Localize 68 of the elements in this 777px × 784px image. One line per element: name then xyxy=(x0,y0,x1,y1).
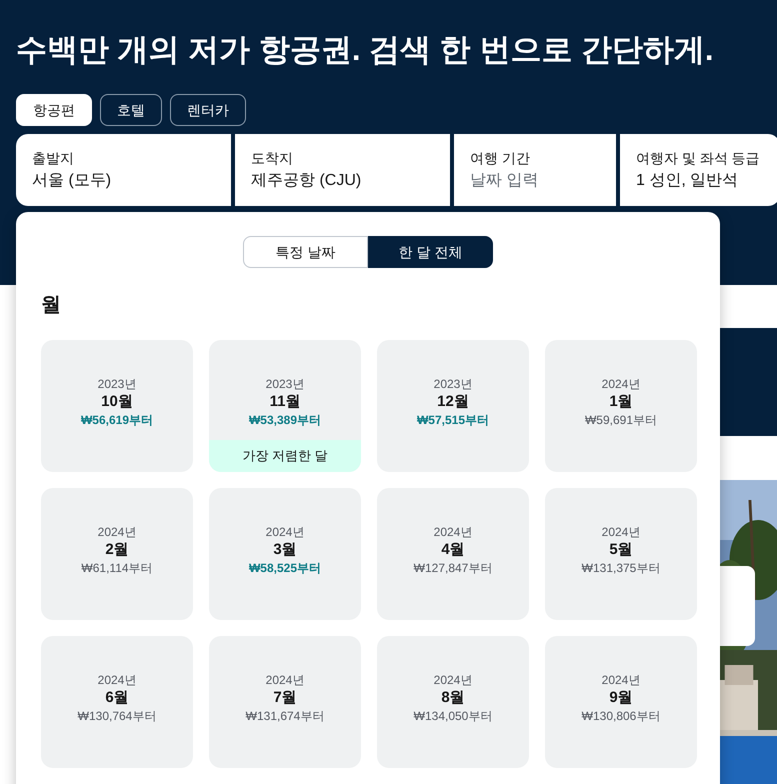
tab[interactable]: 항공편 xyxy=(16,94,92,126)
tab[interactable]: 렌터카 xyxy=(170,94,246,126)
field-placeholder: 날짜 입력 xyxy=(470,171,540,191)
search-field[interactable]: 여행 기간 날짜 입력 xyxy=(454,134,616,206)
year-label: 2024년 xyxy=(266,672,304,688)
month-card[interactable]: 2024년 1월 ₩59,691부터 xyxy=(545,340,697,472)
month-card[interactable]: 2024년 2월 ₩61,114부터 xyxy=(41,488,193,620)
mode-toggle[interactable]: 특정 날짜 xyxy=(243,236,368,268)
field-label: 여행 기간 xyxy=(470,149,531,168)
month-label: 11월 xyxy=(270,392,300,412)
page-heading: 수백만 개의 저가 항공권. 검색 한 번으로 간단하게. xyxy=(16,31,715,69)
price-label: ₩61,114부터 xyxy=(81,560,153,576)
field-label: 도착지 xyxy=(251,149,294,168)
price-label: ₩134,050부터 xyxy=(414,708,492,724)
month-card[interactable]: 2024년 4월 ₩127,847부터 xyxy=(377,488,529,620)
price-label: ₩131,375부터 xyxy=(582,560,660,576)
year-label: 2024년 xyxy=(98,672,136,688)
search-field[interactable]: 도착지 제주공항 (CJU) xyxy=(235,134,450,206)
price-label: ₩59,691부터 xyxy=(584,412,658,428)
year-label: 2023년 xyxy=(434,376,472,392)
mode-toggle[interactable]: 한 달 전체 xyxy=(368,236,493,268)
price-label: ₩130,806부터 xyxy=(582,708,660,724)
month-card[interactable]: 2024년 5월 ₩131,375부터 xyxy=(545,488,697,620)
year-label: 2024년 xyxy=(266,524,304,540)
price-label: ₩56,619부터 xyxy=(80,412,154,428)
month-card[interactable]: 2023년 12월 ₩57,515부터 xyxy=(377,340,529,472)
month-label: 12월 xyxy=(437,392,469,412)
search-field[interactable]: 출발지 서울 (모두) xyxy=(16,134,231,206)
month-label: 5월 xyxy=(609,540,633,560)
field-value: 1 성인, 일반석 xyxy=(636,171,740,191)
month-label: 9월 xyxy=(609,688,633,708)
month-card[interactable]: 2024년 8월 ₩134,050부터 xyxy=(377,636,529,768)
section-heading: 월 xyxy=(41,293,61,318)
search-field[interactable]: 여행자 및 좌석 등급 1 성인, 일반석 xyxy=(620,134,777,206)
month-card[interactable]: 2024년 6월 ₩130,764부터 xyxy=(41,636,193,768)
month-card[interactable]: 2024년 9월 ₩130,806부터 xyxy=(545,636,697,768)
month-label: 1월 xyxy=(609,392,633,412)
year-label: 2023년 xyxy=(266,376,304,392)
month-label: 8월 xyxy=(441,688,465,708)
month-card[interactable]: 2024년 3월 ₩58,525부터 xyxy=(209,488,361,620)
price-label: ₩127,847부터 xyxy=(414,560,492,576)
month-label: 10월 xyxy=(101,392,133,412)
field-label: 여행자 및 좌석 등급 xyxy=(636,149,761,168)
month-card[interactable]: 2024년 7월 ₩131,674부터 xyxy=(209,636,361,768)
year-label: 2024년 xyxy=(602,672,640,688)
price-label: ₩130,764부터 xyxy=(78,708,156,724)
tab[interactable]: 호텔 xyxy=(100,94,162,126)
field-value: 제주공항 (CJU) xyxy=(251,171,362,191)
year-label: 2023년 xyxy=(98,376,136,392)
price-label: ₩131,674부터 xyxy=(246,708,324,724)
month-label: 2월 xyxy=(105,540,129,560)
price-label: ₩58,525부터 xyxy=(248,560,322,576)
field-value: 서울 (모두) xyxy=(32,171,112,191)
price-label: ₩53,389부터 xyxy=(248,412,322,428)
year-label: 2024년 xyxy=(602,524,640,540)
cheapest-badge: 가장 저렴한 달 xyxy=(209,440,361,472)
price-label: ₩57,515부터 xyxy=(416,412,490,428)
month-card[interactable]: 2023년 11월 ₩53,389부터 가장 저렴한 달 xyxy=(209,340,361,472)
year-label: 2024년 xyxy=(602,376,640,392)
month-label: 7월 xyxy=(273,688,297,708)
year-label: 2024년 xyxy=(98,524,136,540)
field-label: 출발지 xyxy=(32,149,75,168)
year-label: 2024년 xyxy=(434,524,472,540)
month-label: 6월 xyxy=(105,688,129,708)
month-label: 4월 xyxy=(441,540,465,560)
month-label: 3월 xyxy=(273,540,297,560)
year-label: 2024년 xyxy=(434,672,472,688)
month-card[interactable]: 2023년 10월 ₩56,619부터 xyxy=(41,340,193,472)
